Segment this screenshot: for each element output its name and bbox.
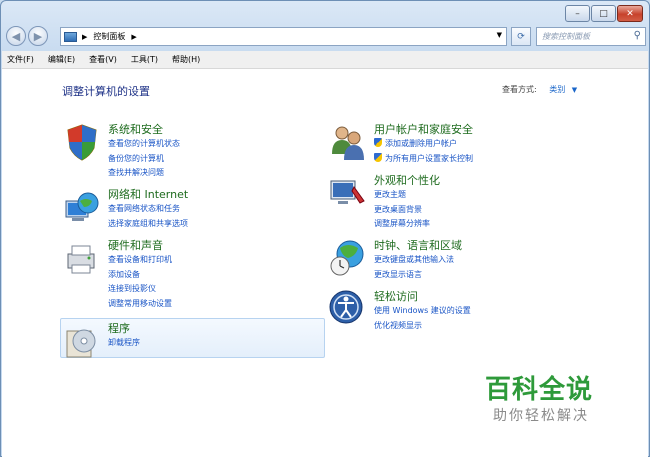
menu-file[interactable]: 文件(F) <box>7 54 34 65</box>
watermark-title: 百科全说 <box>485 375 594 405</box>
control-panel-window: – □ ✕ ◀ ▶ ▶ 控制面板 ▶ ▼ ⟳ 搜索控制面板 ⚲ 文件(F) 编辑… <box>0 0 650 457</box>
link-desktop-background[interactable]: 更改桌面背景 <box>374 203 440 218</box>
content-pane: 调整计算机的设置 查看方式: 类别 ▼ 系统和安全 查看您的计算机状态 备份您的… <box>2 69 648 457</box>
link-view-status[interactable]: 查看您的计算机状态 <box>108 137 180 152</box>
breadcrumb-control-panel[interactable]: 控制面板 <box>93 31 125 42</box>
link-network-status[interactable]: 查看网络状态和任务 <box>108 202 188 217</box>
link-uninstall[interactable]: 卸载程序 <box>108 336 140 351</box>
breadcrumb-arrow-icon[interactable]: ▶ <box>82 33 87 41</box>
menu-bar: 文件(F) 编辑(E) 查看(V) 工具(T) 帮助(H) <box>2 51 648 69</box>
search-icon[interactable]: ⚲ <box>634 30 641 41</box>
link-keyboard-input[interactable]: 更改键盘或其他输入法 <box>374 253 462 268</box>
address-bar[interactable]: ▶ 控制面板 ▶ ▼ <box>60 27 507 46</box>
users-icon[interactable] <box>328 122 368 162</box>
forward-button[interactable]: ▶ <box>28 26 48 46</box>
back-button[interactable]: ◀ <box>6 26 26 46</box>
link-parental-controls[interactable]: 为所有用户设置家长控制 <box>374 152 473 167</box>
globe-clock-icon[interactable] <box>328 238 368 278</box>
category-title[interactable]: 网络和 Internet <box>108 187 188 202</box>
category-title[interactable]: 时钟、语言和区域 <box>374 238 462 253</box>
maximize-button[interactable]: □ <box>591 5 616 22</box>
chevron-down-icon[interactable]: ▼ <box>572 86 577 94</box>
search-placeholder: 搜索控制面板 <box>542 32 590 41</box>
link-homegroup[interactable]: 选择家庭组和共享选项 <box>108 217 188 232</box>
accessibility-icon[interactable] <box>328 289 368 329</box>
category-title[interactable]: 硬件和声音 <box>108 238 172 253</box>
caption-buttons: – □ ✕ <box>565 5 643 22</box>
view-by-label: 查看方式: <box>502 85 537 94</box>
link-add-remove-accounts[interactable]: 添加或删除用户帐户 <box>374 137 473 152</box>
link-recommended-settings[interactable]: 使用 Windows 建议的设置 <box>374 304 471 319</box>
category-title[interactable]: 程序 <box>108 321 140 336</box>
menu-tools[interactable]: 工具(T) <box>131 54 158 65</box>
link-backup[interactable]: 备份您的计算机 <box>108 152 180 167</box>
link-devices-printers[interactable]: 查看设备和打印机 <box>108 253 172 268</box>
link-optimize-visual[interactable]: 优化视频显示 <box>374 319 471 334</box>
view-by-dropdown[interactable]: 类别 <box>549 85 565 94</box>
breadcrumb-arrow-icon[interactable]: ▶ <box>131 33 136 41</box>
close-button[interactable]: ✕ <box>617 5 643 22</box>
category-title[interactable]: 外观和个性化 <box>374 173 440 188</box>
refresh-button[interactable]: ⟳ <box>511 27 531 46</box>
minimize-button[interactable]: – <box>565 5 590 22</box>
link-mobility[interactable]: 调整常用移动设置 <box>108 297 172 312</box>
category-title[interactable]: 用户帐户和家庭安全 <box>374 122 473 137</box>
watermark-subtitle: 助你轻松解决 <box>493 408 589 424</box>
menu-view[interactable]: 查看(V) <box>89 54 117 65</box>
printer-icon[interactable] <box>62 238 102 278</box>
link-display-language[interactable]: 更改显示语言 <box>374 268 462 283</box>
programs-disc-icon[interactable] <box>62 321 102 361</box>
link-troubleshoot[interactable]: 查找并解决问题 <box>108 166 180 181</box>
link-projector[interactable]: 连接到投影仪 <box>108 282 172 297</box>
network-globe-icon[interactable] <box>62 187 102 227</box>
link-add-device[interactable]: 添加设备 <box>108 268 172 283</box>
category-title[interactable]: 轻松访问 <box>374 289 471 304</box>
category-title[interactable]: 系统和安全 <box>108 122 180 137</box>
chevron-down-icon[interactable]: ▼ <box>497 31 502 39</box>
navigation-bar: ◀ ▶ ▶ 控制面板 ▶ ▼ ⟳ 搜索控制面板 ⚲ <box>6 25 646 47</box>
shield-icon[interactable] <box>62 122 102 162</box>
search-input[interactable]: 搜索控制面板 ⚲ <box>536 27 646 46</box>
appearance-icon[interactable] <box>328 173 368 213</box>
view-by: 查看方式: 类别 ▼ <box>502 84 577 95</box>
control-panel-icon <box>64 31 77 42</box>
link-change-theme[interactable]: 更改主题 <box>374 188 440 203</box>
menu-help[interactable]: 帮助(H) <box>172 54 200 65</box>
link-screen-resolution[interactable]: 调整屏幕分辨率 <box>374 217 440 232</box>
menu-edit[interactable]: 编辑(E) <box>48 54 75 65</box>
page-title: 调整计算机的设置 <box>62 85 150 98</box>
